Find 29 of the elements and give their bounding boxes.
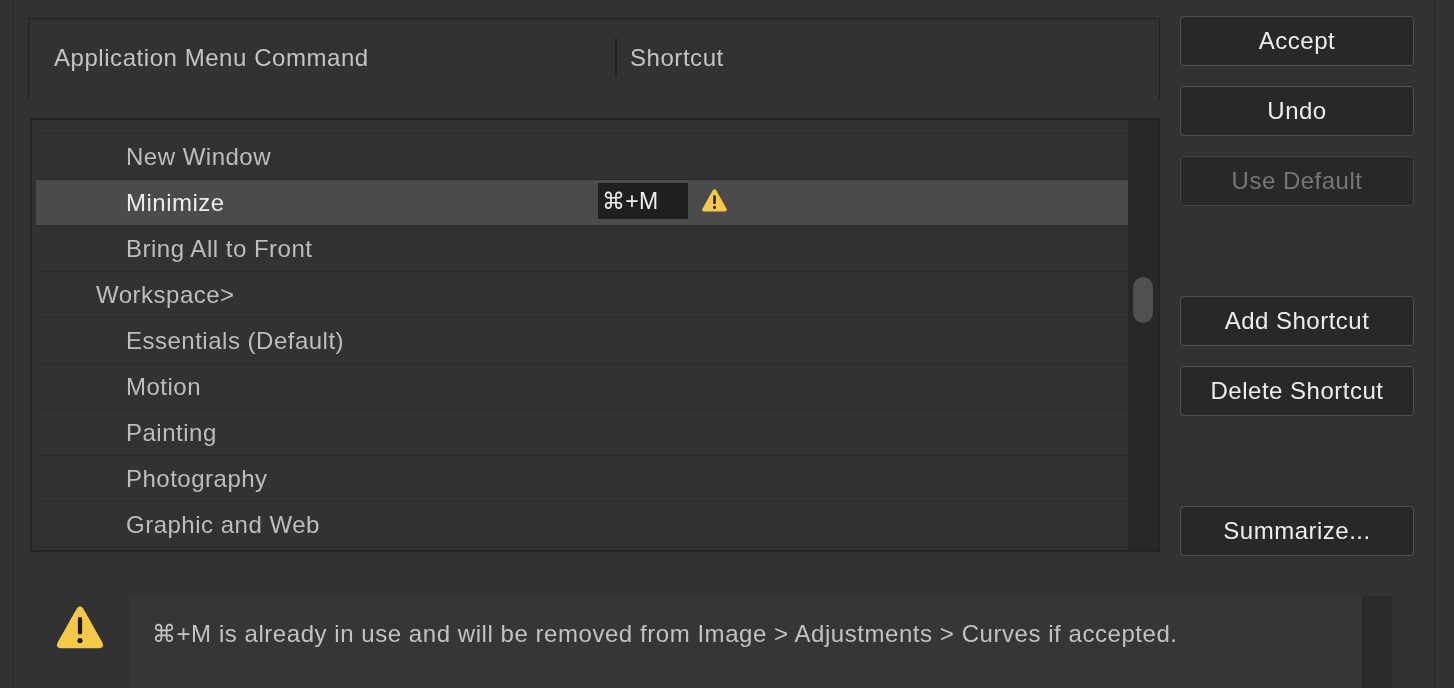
command-label: Minimize — [126, 188, 225, 217]
scrollbar-thumb[interactable] — [1133, 277, 1153, 323]
dialog-button[interactable]: Accept — [1180, 16, 1414, 66]
command-label: Graphic and Web — [126, 510, 320, 539]
command-row[interactable]: Motion — [36, 364, 1128, 410]
shortcut-field[interactable]: ⌘+M — [598, 183, 688, 219]
command-row[interactable]: Graphic and Web — [36, 502, 1128, 548]
dialog-button[interactable]: Delete Shortcut — [1180, 366, 1414, 416]
command-label: Bring All to Front — [126, 234, 313, 263]
command-label: Photography — [126, 464, 268, 493]
command-row[interactable]: Photography — [36, 456, 1128, 502]
command-label: Motion — [126, 372, 202, 401]
dialog-button[interactable]: Undo — [1180, 86, 1414, 136]
warning-message: ⌘+M is already in use and will be removed from Image > Adjustments > Curves if accepted. — [151, 619, 1178, 648]
dialog-button[interactable]: Summarize... — [1180, 506, 1414, 556]
dialog-button[interactable]: Add Shortcut — [1180, 296, 1414, 346]
command-label: New Window — [126, 142, 272, 171]
command-row[interactable]: Essentials (Default) — [36, 318, 1128, 364]
column-header: Application Menu Command — [29, 38, 617, 78]
command-label: Workspace> — [96, 280, 235, 309]
scrollbar-track[interactable] — [1128, 120, 1158, 550]
command-label: Essentials (Default) — [126, 326, 345, 355]
command-row[interactable]: Painting — [36, 410, 1128, 456]
warning-icon — [56, 606, 104, 649]
command-row[interactable]: Minimize ⌘+M — [36, 180, 1128, 226]
command-label: Painting — [126, 418, 217, 447]
command-row[interactable]: Bring All to Front — [36, 226, 1128, 272]
command-row[interactable]: Workspace> — [36, 272, 1128, 318]
column-header: Shortcut — [629, 43, 724, 73]
